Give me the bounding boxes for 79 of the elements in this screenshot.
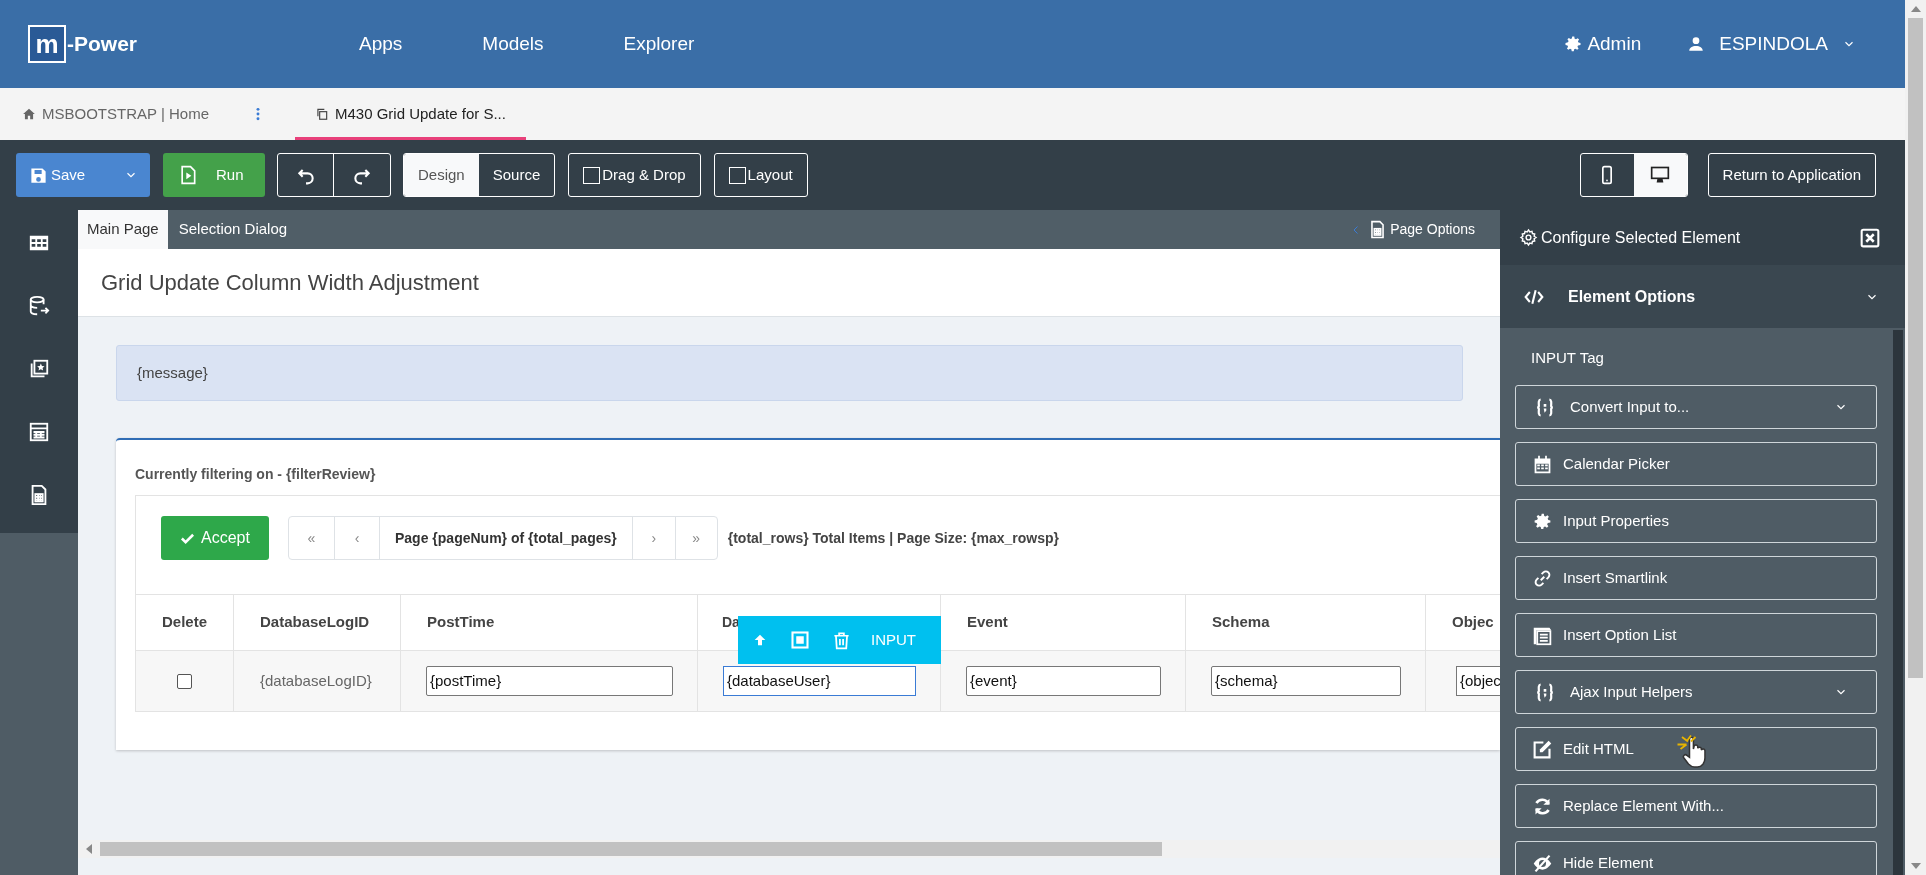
last-page-button[interactable]: » xyxy=(674,517,717,559)
column-header[interactable]: Schema xyxy=(1212,611,1270,634)
nav-link[interactable]: Explorer xyxy=(623,29,695,59)
action-button[interactable]: Calendar Picker xyxy=(1515,442,1877,486)
column-header[interactable]: Event xyxy=(967,611,1008,634)
copy-icon xyxy=(315,107,329,121)
play-file-icon xyxy=(178,165,198,185)
close-icon[interactable] xyxy=(1860,227,1880,248)
next-page-button[interactable]: › xyxy=(631,517,675,559)
page-tab[interactable]: Main Page xyxy=(78,210,168,249)
page-title: Grid Update Column Width Adjustment xyxy=(101,269,479,297)
save-icon xyxy=(29,165,48,185)
user-icon xyxy=(1687,35,1706,53)
desktop-view-button[interactable] xyxy=(1633,154,1687,196)
save-button[interactable]: Save xyxy=(16,153,94,197)
first-page-button[interactable]: « xyxy=(289,517,334,559)
action-button[interactable]: Input Properties xyxy=(1515,499,1877,543)
toggle-button[interactable]: Layout xyxy=(713,153,808,197)
tab[interactable]: MSBOOTSTRAP | Home xyxy=(22,88,221,140)
action-button[interactable]: Insert Option List xyxy=(1515,613,1877,657)
panel-title: Configure Selected Element xyxy=(1519,225,1741,250)
nav-link[interactable]: Models xyxy=(482,29,544,59)
scrollbar-thumb[interactable] xyxy=(100,842,1162,856)
vertical-scrollbar[interactable] xyxy=(1905,0,1926,875)
input-field[interactable]: {schema} xyxy=(1211,666,1401,696)
action-button[interactable]: Hide Element xyxy=(1515,841,1877,875)
filter-text: Currently filtering on - {filterReview} xyxy=(135,465,377,484)
form-icon[interactable] xyxy=(28,421,50,443)
previous-page-button[interactable]: ‹ xyxy=(334,517,379,559)
column-header[interactable]: PostTime xyxy=(427,611,495,634)
edit-icon xyxy=(1532,738,1553,760)
input-field[interactable]: {postTime} xyxy=(426,666,673,696)
database-icon[interactable] xyxy=(28,295,50,317)
column-header[interactable]: Objec xyxy=(1452,611,1494,634)
element-tag-label: INPUT xyxy=(871,629,916,650)
action-button[interactable]: Insert Smartlink xyxy=(1515,556,1877,600)
input-field[interactable]: {objec xyxy=(1456,666,1500,696)
column-header[interactable]: Delete xyxy=(162,611,207,634)
scroll-left-arrow[interactable] xyxy=(86,844,92,854)
gear-icon xyxy=(1563,34,1584,54)
mode-tab[interactable]: Source xyxy=(478,154,555,196)
section-header[interactable]: Element Options xyxy=(1500,265,1905,328)
checkbox[interactable] xyxy=(177,673,192,689)
scroll-up-arrow[interactable] xyxy=(1910,6,1921,12)
toggle-button[interactable]: Drag & Drop xyxy=(568,153,701,197)
input-field[interactable]: {databaseUser} xyxy=(723,666,916,696)
gear-icon xyxy=(1519,228,1538,247)
admin-menu[interactable]: Admin xyxy=(1563,29,1642,59)
link-icon xyxy=(1532,567,1553,589)
table-cell-text: {databaseLogID} xyxy=(260,670,372,691)
input-field[interactable]: {event} xyxy=(966,666,1161,696)
section-label: INPUT Tag xyxy=(1530,347,1605,368)
message-text: {message} xyxy=(137,362,208,383)
nav-link[interactable]: Apps xyxy=(359,29,403,59)
monitor-icon xyxy=(1650,165,1671,185)
action-button[interactable]: Ajax Input Helpers xyxy=(1515,670,1877,714)
scrollbar-thumb[interactable] xyxy=(1908,18,1923,678)
scroll-down-arrow[interactable] xyxy=(1910,863,1921,869)
select-parent-icon[interactable] xyxy=(790,630,810,650)
panel-scrollbar[interactable] xyxy=(1893,330,1903,875)
user-menu[interactable]: ESPINDOLA xyxy=(1687,29,1856,59)
page-tab[interactable]: Selection Dialog xyxy=(169,210,297,249)
page-summary: {total_rows} Total Items | Page Size: {max_rowsp} xyxy=(727,529,1059,548)
trash-icon[interactable] xyxy=(832,630,851,650)
logo: m -Power xyxy=(28,25,137,63)
arrow-up-icon[interactable] xyxy=(752,632,768,648)
page-options-button[interactable]: Page Options xyxy=(1368,219,1475,240)
horizontal-scrollbar[interactable] xyxy=(78,840,1500,858)
hide-icon xyxy=(1532,852,1553,874)
star-cards-icon[interactable] xyxy=(28,358,50,380)
action-button[interactable]: Replace Element With... xyxy=(1515,784,1877,828)
return-button[interactable]: Return to Application xyxy=(1707,153,1876,197)
action-button[interactable]: Edit HTML xyxy=(1515,727,1877,771)
page-number-label: Page {pageNum} of {total_pages} xyxy=(379,517,632,559)
mode-tab[interactable]: Design xyxy=(404,154,479,196)
action-button[interactable]: Convert Input to... xyxy=(1515,385,1877,429)
column-header[interactable]: DatabaseLogID xyxy=(260,611,370,634)
home-icon xyxy=(22,107,36,121)
calendar-icon xyxy=(1532,453,1553,475)
